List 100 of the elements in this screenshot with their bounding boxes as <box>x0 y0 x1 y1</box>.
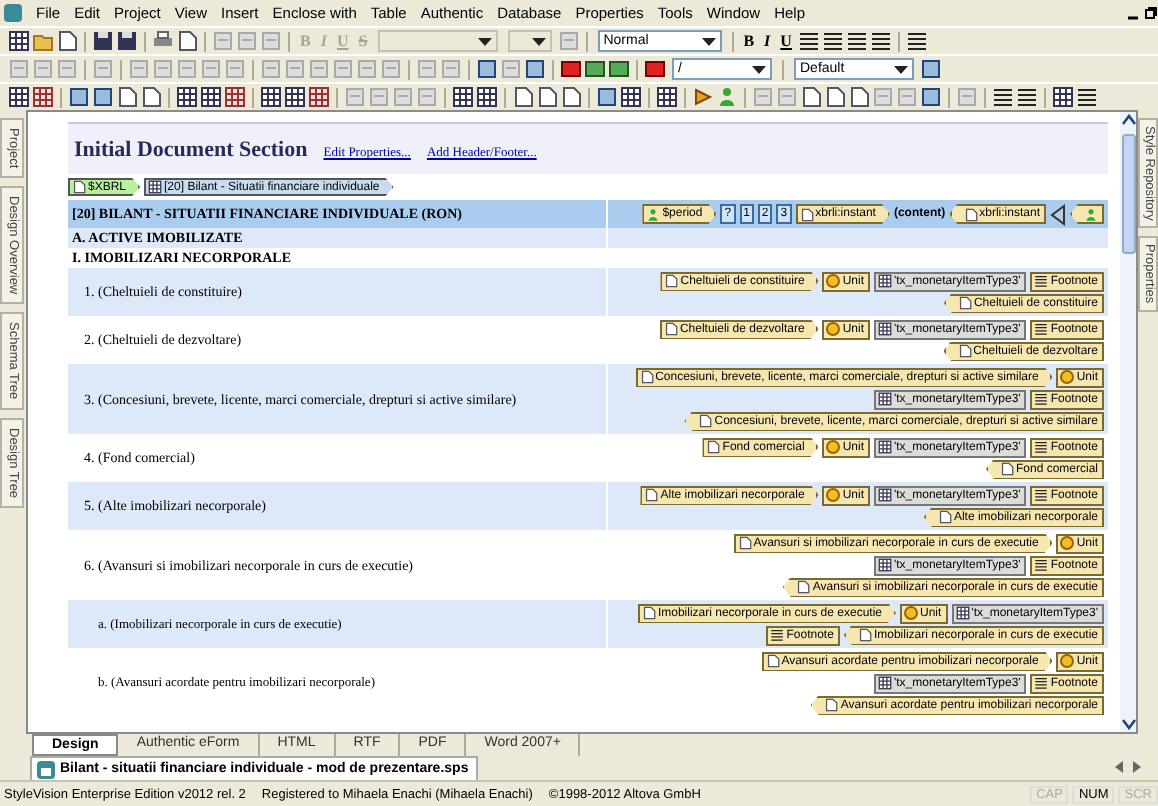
dropdown-arrow-icon[interactable] <box>752 65 766 73</box>
coin-icon <box>826 488 841 502</box>
person-icon <box>1084 207 1098 221</box>
square-icon[interactable] <box>596 86 618 108</box>
coin-icon <box>826 274 841 288</box>
format-button[interactable]: U <box>776 30 796 52</box>
page-icon <box>663 322 678 336</box>
align-icon <box>770 628 785 642</box>
table-icon[interactable] <box>176 86 198 108</box>
page-icon <box>765 654 780 668</box>
page-icon <box>957 344 972 358</box>
page-icon <box>72 180 86 194</box>
page-icon[interactable] <box>56 30 78 52</box>
table-icon[interactable] <box>8 86 30 108</box>
page-icon <box>737 536 752 550</box>
square-icon[interactable] <box>584 58 606 80</box>
table-icon[interactable] <box>224 86 246 108</box>
size-combo[interactable] <box>507 30 552 52</box>
align-icon[interactable] <box>797 30 820 52</box>
align-icon[interactable] <box>1016 86 1038 108</box>
square-icon[interactable] <box>476 58 498 80</box>
table-icon[interactable] <box>656 86 678 108</box>
page-icon <box>639 370 654 384</box>
table-icon <box>877 558 892 572</box>
scroll-thumb[interactable] <box>1121 134 1135 254</box>
square-icon[interactable] <box>644 58 666 80</box>
dropdown-arrow-icon[interactable] <box>531 37 546 45</box>
page-icon <box>644 488 659 502</box>
square-icon[interactable] <box>524 58 546 80</box>
arrow-icon[interactable] <box>692 86 714 108</box>
scrollbar[interactable] <box>1120 112 1136 732</box>
table-icon[interactable] <box>476 86 498 108</box>
align-icon[interactable] <box>905 30 928 52</box>
person-icon <box>646 207 661 221</box>
table-icon[interactable] <box>8 30 30 52</box>
format-button[interactable]: I <box>760 30 775 52</box>
square-icon[interactable] <box>920 86 942 108</box>
triangle-icon[interactable] <box>1050 203 1066 225</box>
format-button[interactable]: B <box>739 30 759 52</box>
align-icon[interactable] <box>1076 86 1098 108</box>
table-icon[interactable] <box>620 86 642 108</box>
table-icon[interactable] <box>260 86 282 108</box>
table-icon[interactable] <box>284 86 306 108</box>
page-icon <box>957 296 972 310</box>
coin-icon <box>904 606 918 620</box>
coin-icon <box>1060 536 1075 550</box>
align-icon <box>1034 392 1049 406</box>
coin-icon <box>826 322 841 336</box>
align-icon <box>1034 322 1049 336</box>
document-icon <box>36 759 56 779</box>
page-icon <box>824 698 839 712</box>
align-icon[interactable] <box>869 30 892 52</box>
square-icon[interactable] <box>68 86 90 108</box>
align-icon[interactable] <box>992 86 1014 108</box>
table-icon[interactable] <box>308 86 330 108</box>
align-icon <box>1034 440 1049 454</box>
square-icon[interactable] <box>920 58 942 80</box>
font-combo[interactable] <box>377 30 498 52</box>
table-icon <box>877 488 892 502</box>
page-icon <box>641 606 656 620</box>
square-icon[interactable] <box>560 58 582 80</box>
page-icon <box>937 510 952 524</box>
scroll-left-icon[interactable] <box>1114 760 1124 774</box>
table-icon[interactable] <box>200 86 222 108</box>
page-icon <box>664 274 679 288</box>
dropdown-arrow-icon[interactable] <box>477 37 492 45</box>
align-icon <box>1034 274 1049 288</box>
page-icon <box>799 207 814 221</box>
dropdown-arrow-icon[interactable] <box>701 37 716 45</box>
table-icon <box>877 392 892 406</box>
table-icon[interactable] <box>1052 86 1074 108</box>
table-icon <box>877 322 892 336</box>
coin-icon <box>1060 370 1075 384</box>
page-icon <box>857 628 872 642</box>
table-icon <box>148 180 163 194</box>
square-icon[interactable] <box>608 58 630 80</box>
align-icon <box>1034 488 1049 502</box>
coin-icon <box>1060 654 1075 668</box>
restore-icon[interactable] <box>1144 6 1158 20</box>
table-icon[interactable] <box>452 86 474 108</box>
page-icon <box>796 580 811 594</box>
template-end-tag[interactable] <box>1070 204 1104 224</box>
align-icon[interactable] <box>821 30 844 52</box>
table-icon[interactable] <box>32 86 54 108</box>
coin-icon <box>826 440 841 454</box>
page-icon <box>999 462 1014 476</box>
scroll-right-icon[interactable] <box>1132 760 1142 774</box>
align-icon <box>1034 676 1049 690</box>
page-icon[interactable] <box>176 30 198 52</box>
scroll-down-icon[interactable] <box>1121 718 1135 730</box>
printer-icon[interactable] <box>152 30 174 52</box>
scroll-up-icon[interactable] <box>1121 114 1135 126</box>
align-icon[interactable] <box>845 30 868 52</box>
table-icon <box>955 606 970 620</box>
section-title: Initial Document Section <box>74 138 308 162</box>
table-icon <box>877 274 892 288</box>
table-icon <box>877 676 892 690</box>
dropdown-arrow-icon[interactable] <box>894 65 908 73</box>
table-icon <box>877 440 892 454</box>
square-icon[interactable] <box>92 86 114 108</box>
